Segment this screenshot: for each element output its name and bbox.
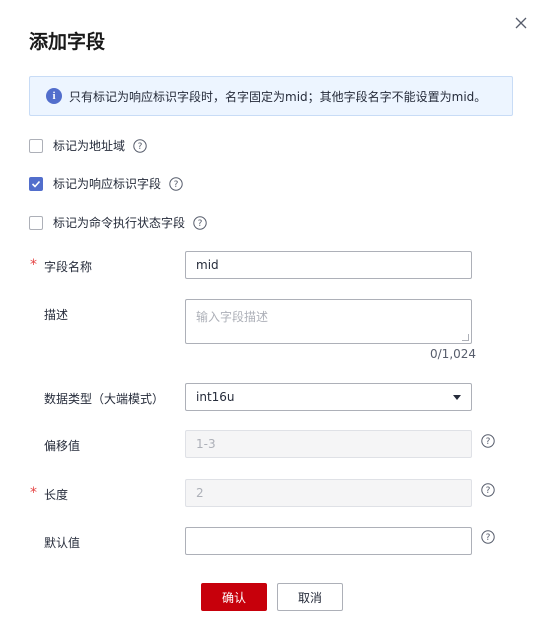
cmd-status-checkbox[interactable] [29,215,43,230]
resize-handle[interactable] [462,334,469,341]
checkbox-row-address: 标记为地址域 ? [29,137,147,154]
svg-text:?: ? [486,533,491,543]
close-icon[interactable] [512,14,530,32]
confirm-button[interactable]: 确认 [201,583,267,611]
default-value-input[interactable] [185,527,472,555]
field-name-label: * 字段名称 [30,257,93,275]
length-input: 2 [185,479,472,507]
offset-input: 1-3 [185,430,472,458]
checkbox-row-response-id: 标记为响应标识字段 ? [29,175,183,192]
description-counter: 0/1,024 [430,347,477,361]
response-id-checkbox-label: 标记为响应标识字段 [53,177,162,191]
required-mark: * [30,485,37,501]
help-icon[interactable]: ? [193,215,207,230]
data-type-select[interactable]: int16u [185,383,472,411]
help-icon[interactable]: ? [481,434,495,448]
description-placeholder: 输入字段描述 [196,310,269,324]
notice-text: 只有标记为响应标识字段时，名字固定为mid；其他字段名字不能设置为mid。 [69,89,487,104]
add-field-dialog: 添加字段 i 只有标记为响应标识字段时，名字固定为mid；其他字段名字不能设置为… [0,0,543,636]
help-icon[interactable]: ? [481,483,495,497]
info-notice: i 只有标记为响应标识字段时，名字固定为mid；其他字段名字不能设置为mid。 [29,76,513,116]
help-icon[interactable]: ? [133,138,147,153]
check-icon [31,180,41,188]
cmd-status-checkbox-label: 标记为命令执行状态字段 [53,216,186,230]
description-textarea[interactable]: 输入字段描述 [185,299,472,344]
help-icon[interactable]: ? [481,530,495,544]
help-icon[interactable]: ? [169,176,183,191]
offset-label: 偏移值 [44,439,81,453]
svg-text:?: ? [486,437,491,447]
description-label: 描述 [44,308,69,322]
address-checkbox-label: 标记为地址域 [53,139,126,153]
info-icon: i [46,88,62,104]
field-name-input[interactable]: mid [185,251,472,279]
required-mark: * [30,257,37,273]
svg-text:?: ? [486,486,491,496]
dialog-title: 添加字段 [29,31,106,53]
default-value-label: 默认值 [44,536,81,550]
field-name-label-text: 字段名称 [44,260,93,274]
svg-text:?: ? [138,142,143,152]
response-id-checkbox[interactable] [29,176,43,191]
data-type-label: 数据类型（大端模式） [44,392,165,406]
checkbox-row-cmd-status: 标记为命令执行状态字段 ? [29,214,207,231]
length-label: * 长度 [30,485,69,503]
dropdown-arrow-icon [453,395,461,400]
cancel-button[interactable]: 取消 [277,583,343,611]
address-checkbox[interactable] [29,138,43,153]
length-label-text: 长度 [44,488,69,502]
svg-text:?: ? [174,180,179,190]
svg-text:?: ? [198,219,203,229]
data-type-value: int16u [196,390,235,404]
